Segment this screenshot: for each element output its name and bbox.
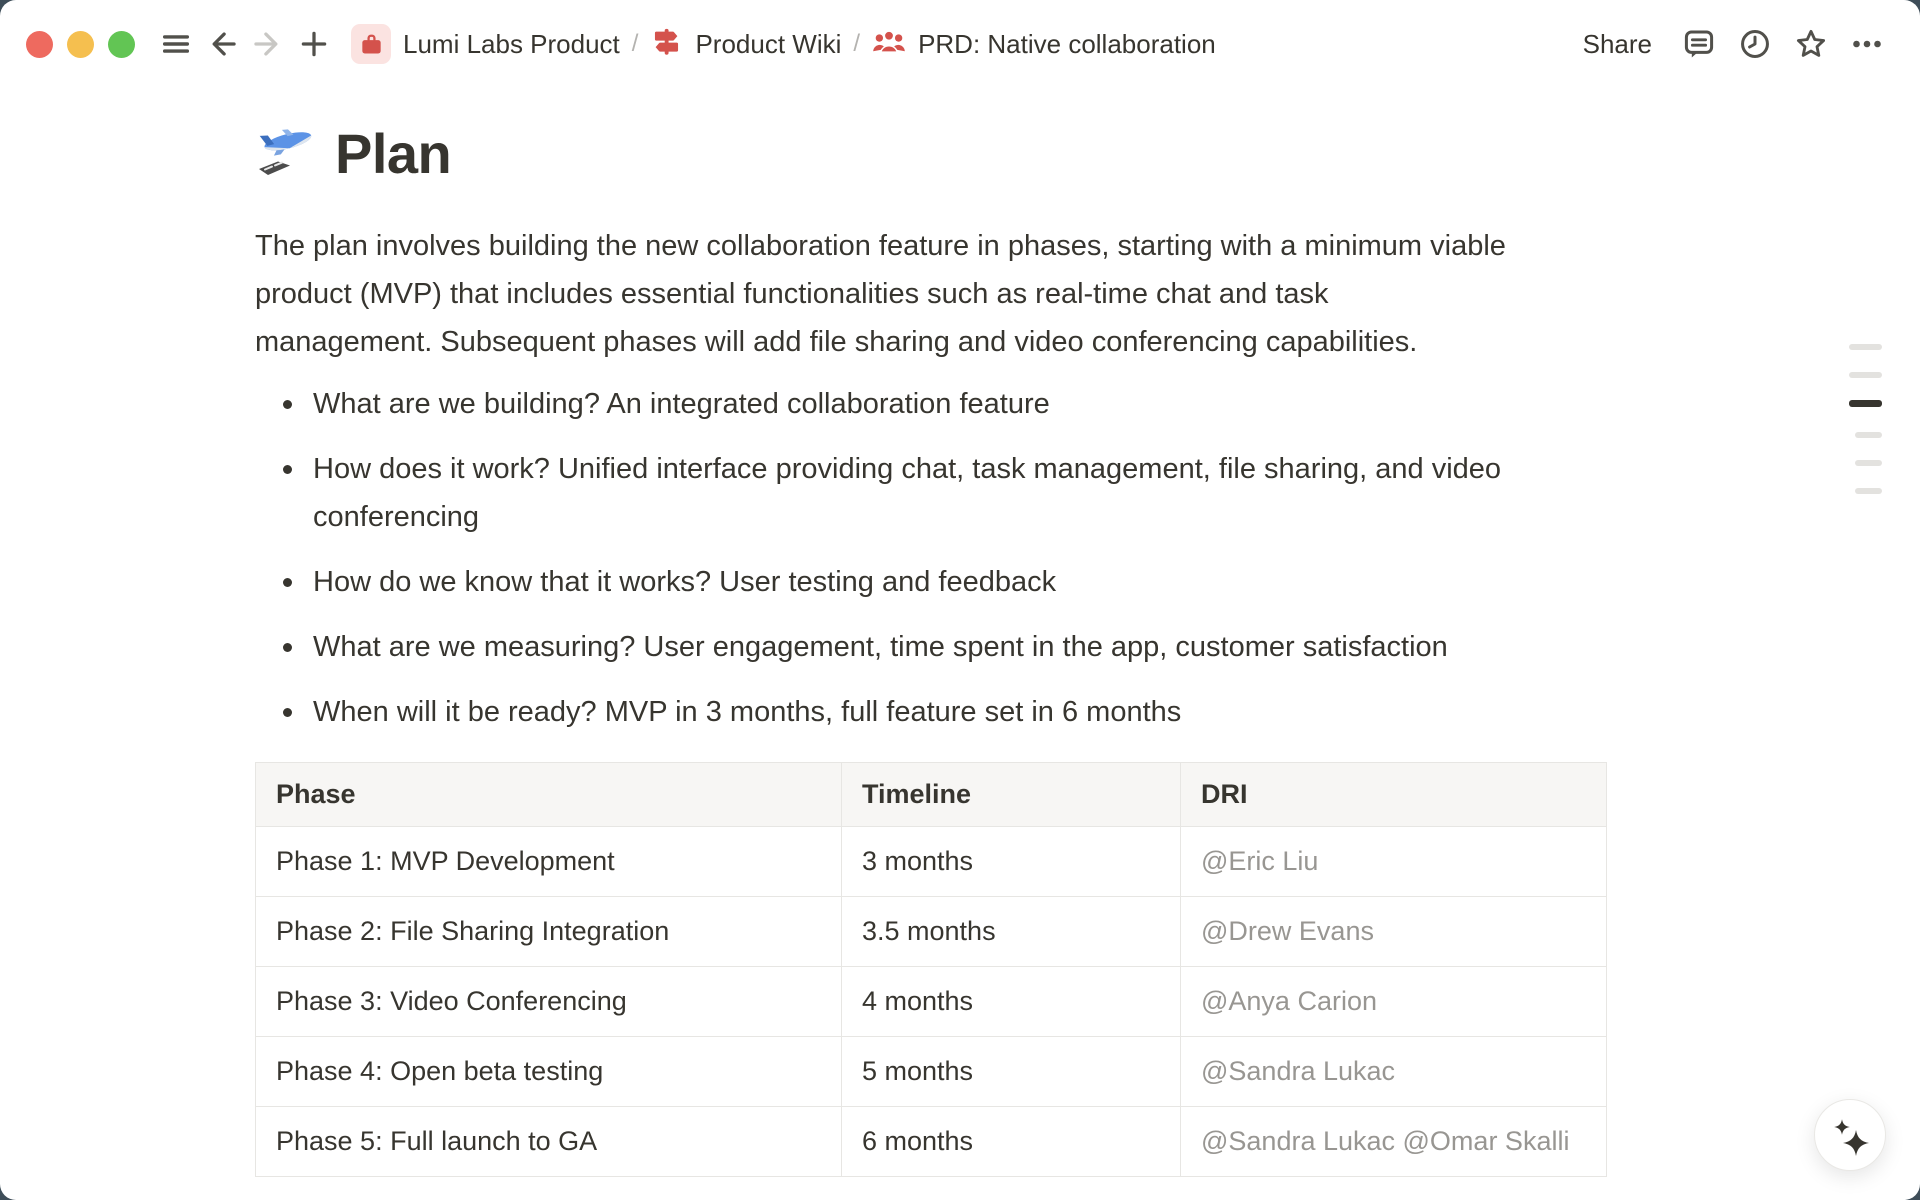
breadcrumb-separator: /	[853, 30, 860, 58]
share-button[interactable]: Share	[1569, 21, 1666, 68]
back-arrow-icon	[205, 27, 239, 61]
breadcrumb-item-teamspace[interactable]: Lumi Labs Product	[351, 24, 620, 64]
nav-forward-button[interactable]	[245, 21, 291, 67]
page-title: Plan	[255, 118, 1667, 190]
breadcrumb: Lumi Labs Product / Product Wiki /	[351, 24, 1216, 64]
phase-cell[interactable]: Phase 5: Full launch to GA	[256, 1107, 842, 1177]
plus-icon	[297, 27, 331, 61]
airplane-departure-emoji[interactable]	[255, 118, 319, 190]
phase-cell[interactable]: Phase 3: Video Conferencing	[256, 967, 842, 1037]
app-window: Lumi Labs Product / Product Wiki /	[0, 0, 1920, 1200]
dri-cell[interactable]: @Eric Liu	[1181, 827, 1607, 897]
table-row: Phase 1: MVP Development 3 months @Eric …	[256, 827, 1607, 897]
outline-minimap	[1849, 344, 1882, 494]
timeline-cell[interactable]: 5 months	[842, 1037, 1181, 1107]
updates-history-button[interactable]	[1732, 21, 1778, 67]
ai-assistant-button[interactable]	[1814, 1099, 1886, 1171]
topbar-actions: Share	[1569, 21, 1890, 68]
more-options-button[interactable]	[1844, 21, 1890, 67]
phase-cell[interactable]: Phase 1: MVP Development	[256, 827, 842, 897]
hamburger-icon	[159, 27, 193, 61]
breadcrumb-label: Product Wiki	[695, 29, 841, 60]
star-icon	[1793, 26, 1829, 62]
outline-bar[interactable]	[1855, 488, 1882, 494]
list-item[interactable]: What are we measuring? User engagement, …	[255, 623, 1667, 671]
comments-button[interactable]	[1676, 21, 1722, 67]
zoom-window-button[interactable]	[108, 31, 135, 58]
outline-bar[interactable]	[1855, 432, 1882, 438]
sparkles-icon	[1818, 1103, 1882, 1167]
new-page-button[interactable]	[291, 21, 337, 67]
user-mention[interactable]: @Drew Evans	[1201, 916, 1374, 946]
user-mention[interactable]: @Sandra Lukac	[1201, 1056, 1395, 1086]
breadcrumb-item-page[interactable]: PRD: Native collaboration	[872, 25, 1216, 64]
table-row: Phase 2: File Sharing Integration 3.5 mo…	[256, 897, 1607, 967]
user-mention[interactable]: @Eric Liu	[1201, 846, 1318, 876]
question-list: What are we building? An integrated coll…	[255, 380, 1667, 736]
timeline-cell[interactable]: 3 months	[842, 827, 1181, 897]
dri-cell[interactable]: @Sandra Lukac @Omar Skalli	[1181, 1107, 1607, 1177]
breadcrumb-label: PRD: Native collaboration	[918, 29, 1216, 60]
page-content: Plan The plan involves building the new …	[255, 118, 1667, 1177]
sidebar-toggle-button[interactable]	[153, 21, 199, 67]
table-row: Phase 3: Video Conferencing 4 months @An…	[256, 967, 1607, 1037]
outline-bar-active[interactable]	[1849, 400, 1882, 407]
timeline-cell[interactable]: 4 months	[842, 967, 1181, 1037]
list-item[interactable]: How do we know that it works? User testi…	[255, 558, 1667, 606]
timeline-cell[interactable]: 3.5 months	[842, 897, 1181, 967]
phase-cell[interactable]: Phase 2: File Sharing Integration	[256, 897, 842, 967]
top-bar: Lumi Labs Product / Product Wiki /	[0, 0, 1920, 88]
timeline-cell[interactable]: 6 months	[842, 1107, 1181, 1177]
list-item[interactable]: How does it work? Unified interface prov…	[255, 445, 1667, 541]
plan-table: Phase Timeline DRI Phase 1: MVP Developm…	[255, 762, 1607, 1177]
breadcrumb-separator: /	[632, 30, 639, 58]
column-header-phase[interactable]: Phase	[256, 763, 842, 827]
outline-bar[interactable]	[1849, 344, 1882, 350]
table-row: Phase 4: Open beta testing 5 months @San…	[256, 1037, 1607, 1107]
comment-icon	[1681, 26, 1717, 62]
phase-cell[interactable]: Phase 4: Open beta testing	[256, 1037, 842, 1107]
user-mention[interactable]: @Anya Carion	[1201, 986, 1377, 1016]
people-icon	[872, 25, 906, 64]
list-item[interactable]: What are we building? An integrated coll…	[255, 380, 1667, 428]
dri-cell[interactable]: @Anya Carion	[1181, 967, 1607, 1037]
outline-bar[interactable]	[1849, 372, 1882, 378]
minimize-window-button[interactable]	[67, 31, 94, 58]
column-header-timeline[interactable]: Timeline	[842, 763, 1181, 827]
favorite-button[interactable]	[1788, 21, 1834, 67]
nav-back-button[interactable]	[199, 21, 245, 67]
signpost-icon	[650, 25, 683, 63]
breadcrumb-item-wiki[interactable]: Product Wiki	[650, 25, 841, 63]
close-window-button[interactable]	[26, 31, 53, 58]
user-mention[interactable]: @Sandra Lukac @Omar Skalli	[1201, 1126, 1569, 1156]
dri-cell[interactable]: @Drew Evans	[1181, 897, 1607, 967]
breadcrumb-label: Lumi Labs Product	[403, 29, 620, 60]
outline-bar[interactable]	[1855, 460, 1882, 466]
history-clock-icon	[1737, 26, 1773, 62]
page-title-text[interactable]: Plan	[335, 123, 451, 185]
briefcase-icon	[351, 24, 391, 64]
table-header-row: Phase Timeline DRI	[256, 763, 1607, 827]
dri-cell[interactable]: @Sandra Lukac	[1181, 1037, 1607, 1107]
table-row: Phase 5: Full launch to GA 6 months @San…	[256, 1107, 1607, 1177]
ellipsis-icon	[1849, 26, 1885, 62]
column-header-dri[interactable]: DRI	[1181, 763, 1607, 827]
intro-paragraph[interactable]: The plan involves building the new colla…	[255, 222, 1667, 366]
list-item[interactable]: When will it be ready? MVP in 3 months, …	[255, 688, 1667, 736]
forward-arrow-icon	[251, 27, 285, 61]
window-controls	[26, 31, 135, 58]
